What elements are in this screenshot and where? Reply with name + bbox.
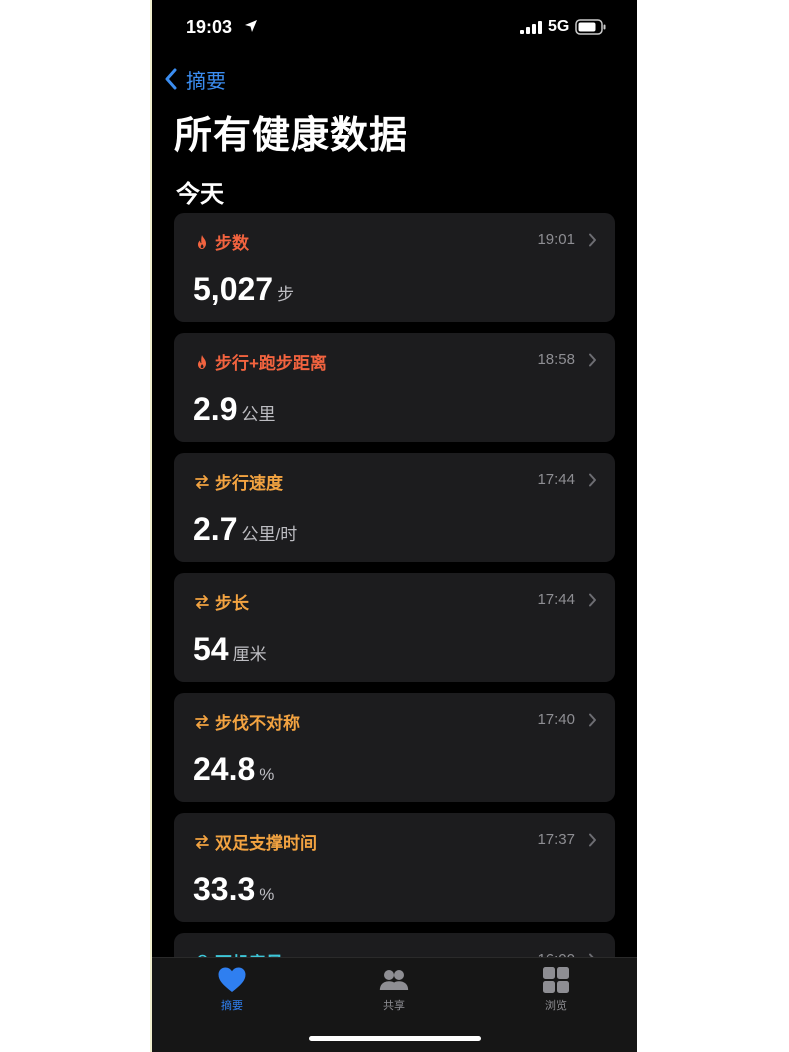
back-button[interactable]: 摘要 [164,64,226,94]
card-value: 54 厘米 [193,631,267,668]
chevron-right-icon [589,713,596,727]
value-number: 5,027 [193,271,274,307]
heart-icon [218,967,246,992]
card-value: 33.3 % [193,871,274,908]
card-title: 双足支撑时间 [215,834,317,853]
value-number: 54 [193,631,229,667]
people-icon [379,970,409,990]
card-header: 步行速度 [194,469,283,494]
card-time: 17:40 [537,711,575,728]
mobility-arrows-icon [195,714,209,729]
flame-icon [198,234,206,249]
chevron-right-icon [589,833,596,847]
card-header: 步行+跑步距离 [194,349,327,374]
home-indicator[interactable] [309,1036,481,1041]
chevron-right-icon [589,593,596,607]
section-header-today: 今天 [176,181,224,208]
health-card-walking-speed[interactable]: 步行速度 17:44 2.7 公里/时 [174,453,615,562]
value-unit: 公里/时 [241,525,298,544]
mobility-arrows-icon [195,834,209,849]
back-label: 摘要 [186,70,226,93]
phone-screen: 19:03 5G 摘要 所有健康数据 今天 步数 19:01 5,027 步 步… [152,0,637,1052]
tab-label: 摘要 [221,1000,243,1012]
value-number: 33.3 [193,871,256,907]
mobility-arrows-icon [195,594,209,609]
card-header: 双足支撑时间 [194,829,317,854]
flame-icon [198,354,206,369]
card-time: 18:58 [537,351,575,368]
value-unit: 步 [277,285,295,304]
chevron-right-icon [589,233,596,247]
cellular-signal-icon [520,21,542,34]
card-title: 步数 [215,234,249,253]
card-time: 17:44 [537,471,575,488]
card-title: 步行速度 [215,474,283,493]
card-time: 17:37 [537,831,575,848]
card-value: 24.8 % [193,751,274,788]
grid-icon [543,967,569,993]
chevron-right-icon [589,353,596,367]
tab-label: 浏览 [545,1000,567,1012]
chevron-left-icon [165,68,177,90]
battery-icon [575,19,606,35]
health-card-step-length[interactable]: 步长 17:44 54 厘米 [174,573,615,682]
page-title: 所有健康数据 [174,115,409,157]
network-label: 5G [548,18,570,35]
chevron-right-icon [589,473,596,487]
value-unit: 厘米 [232,645,267,664]
card-header: 步伐不对称 [194,709,300,734]
card-value: 2.9 公里 [193,391,275,428]
tab-label: 共享 [383,1000,405,1012]
card-title: 步伐不对称 [215,714,300,733]
mobility-arrows-icon [195,474,209,489]
card-title: 步长 [215,594,249,613]
value-number: 2.9 [193,391,238,427]
card-time: 17:44 [537,591,575,608]
value-number: 24.8 [193,751,256,787]
location-arrow-icon [245,20,257,32]
card-title: 步行+跑步距离 [215,354,327,373]
card-header: 步数 [194,229,249,254]
health-card-steps[interactable]: 步数 19:01 5,027 步 [174,213,615,322]
health-card-walking-asymmetry[interactable]: 步伐不对称 17:40 24.8 % [174,693,615,802]
card-value: 2.7 公里/时 [193,511,297,548]
value-unit: 公里 [241,405,276,424]
tab-summary[interactable]: 摘要 [192,966,272,1013]
status-time: 19:03 [186,17,233,37]
card-value: 5,027 步 [193,271,294,308]
card-time: 19:01 [537,231,575,248]
value-unit: % [259,885,275,904]
tab-browse[interactable]: 浏览 [516,966,596,1013]
health-card-double-support-time[interactable]: 双足支撑时间 17:37 33.3 % [174,813,615,922]
health-card-walking-running-distance[interactable]: 步行+跑步距离 18:58 2.9 公里 [174,333,615,442]
value-number: 2.7 [193,511,238,547]
value-unit: % [259,765,275,784]
tab-sharing[interactable]: 共享 [354,966,434,1013]
status-bar: 19:03 5G [152,0,637,54]
card-header: 步长 [194,589,249,614]
